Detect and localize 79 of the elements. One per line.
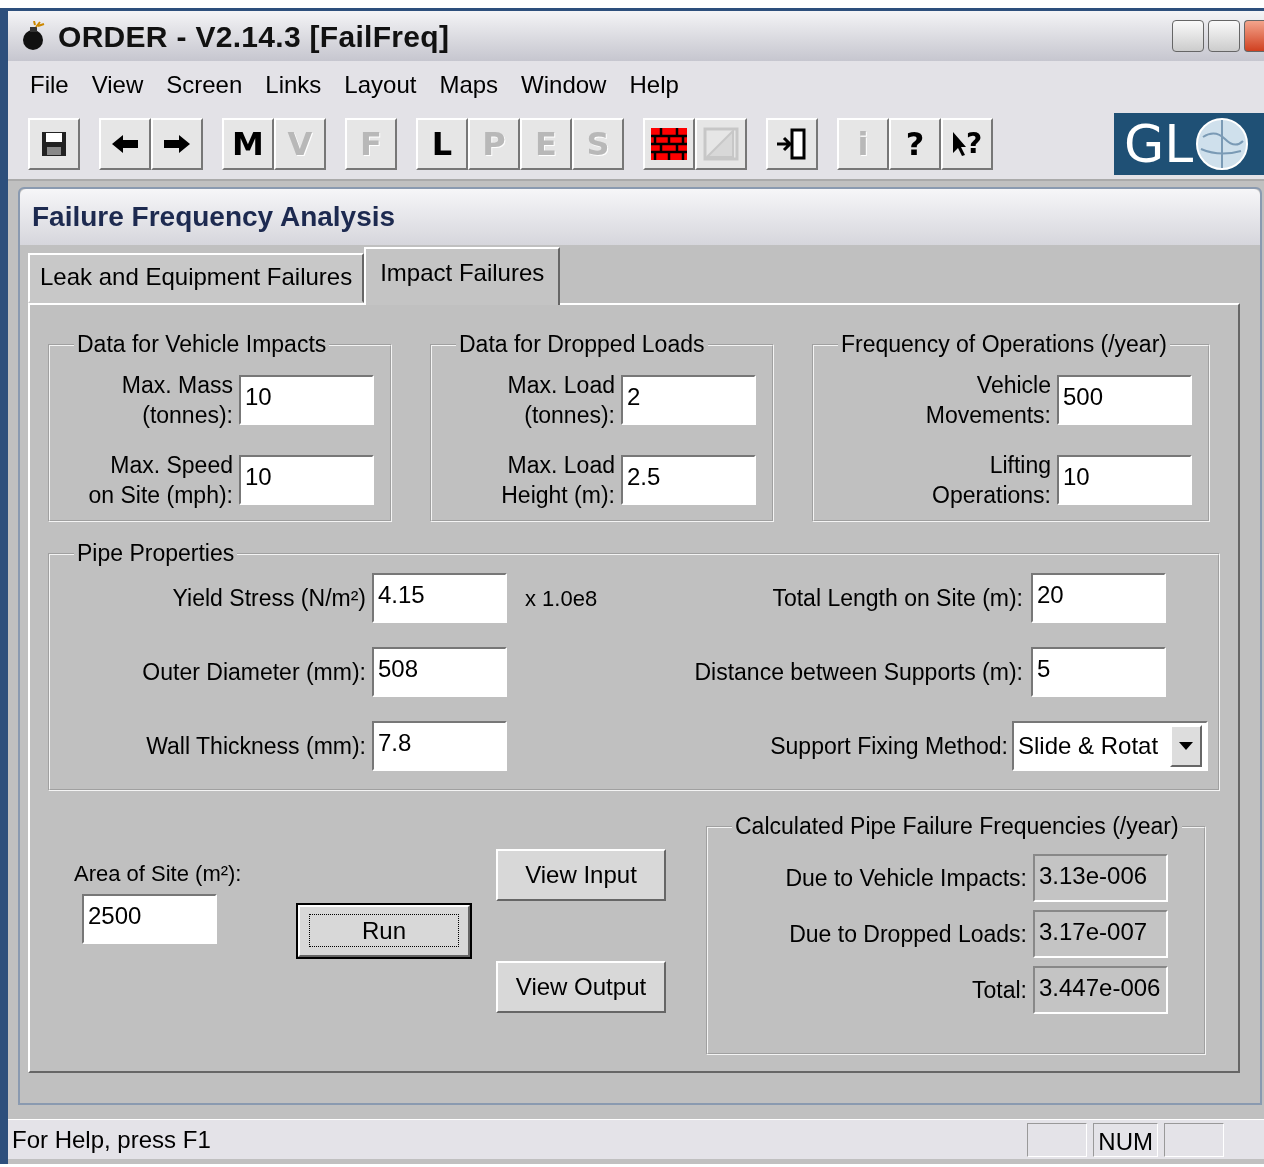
window-title: ORDER - V2.14.3 [FailFreq]	[58, 18, 450, 55]
toolbar-button[interactable]	[766, 118, 818, 170]
input-field[interactable]: 10	[239, 375, 374, 425]
status-panel	[1027, 1122, 1088, 1157]
panel-title: Failure Frequency Analysis	[32, 200, 396, 234]
field-label: Due to Dropped Loads:	[789, 920, 1027, 949]
maximize-button[interactable]	[1208, 20, 1240, 52]
field-label: Outer Diameter (mm):	[141, 658, 366, 687]
toolbar-button[interactable]: ?	[941, 118, 993, 170]
picture-frame-icon	[703, 127, 739, 161]
field-label: Total:	[972, 976, 1027, 1005]
globe-icon	[1195, 117, 1250, 171]
field-label: Total Length on Site (m):	[772, 584, 1023, 613]
view-input-button[interactable]: View Input	[496, 849, 666, 901]
tab[interactable]: Leak and Equipment Failures	[28, 253, 365, 303]
tab[interactable]: Impact Failures	[364, 247, 561, 305]
save-icon	[40, 130, 68, 158]
input-field[interactable]: 508	[372, 647, 507, 697]
pointer-icon	[951, 131, 966, 157]
toolbar-button[interactable]: L	[416, 118, 468, 170]
menu-item[interactable]: Layout	[334, 67, 430, 103]
minimize-button[interactable]	[1172, 20, 1204, 52]
field-label: Support Fixing Method:	[770, 732, 1008, 761]
field-label: Yield Stress (N/m²)	[171, 584, 366, 613]
brick-wall-icon	[651, 128, 687, 160]
menu-item[interactable]: Links	[255, 67, 335, 103]
menu-item[interactable]: Screen	[156, 67, 256, 103]
field-label: Wall Thickness (mm):	[145, 732, 366, 761]
view-output-button[interactable]: View Output	[496, 961, 666, 1013]
toolbar-button[interactable]	[99, 118, 151, 170]
output-field: 3.13e-006	[1033, 854, 1168, 902]
group-title: Frequency of Operations (/year)	[840, 333, 1168, 356]
input-field[interactable]: 500	[1057, 375, 1192, 425]
menu-item[interactable]: Window	[511, 67, 620, 103]
menu-item[interactable]: Maps	[429, 67, 512, 103]
right-arrow-icon	[162, 133, 192, 155]
field-label: Max. Load (tonnes):	[507, 371, 615, 430]
output-field: 3.17e-007	[1033, 910, 1168, 958]
group-title: Pipe Properties	[76, 542, 236, 565]
status-text: For Help, press F1	[11, 1124, 212, 1155]
input-field[interactable]: 20	[1031, 573, 1166, 623]
left-arrow-icon	[110, 133, 140, 155]
caret-icon	[1179, 742, 1193, 750]
close-button[interactable]	[1244, 20, 1264, 52]
field-label: Vehicle Movements:	[925, 371, 1051, 430]
run-button[interactable]: Run	[298, 905, 470, 957]
output-field: 3.447e-006	[1033, 966, 1168, 1014]
toolbar-button[interactable]	[643, 118, 695, 170]
dropdown-field[interactable]: Slide & Rotat	[1012, 721, 1208, 771]
input-field[interactable]: 2	[621, 375, 756, 425]
input-field[interactable]: 4.15	[372, 573, 507, 623]
field-label: Max. Mass (tonnes):	[121, 371, 233, 430]
group-title: Data for Dropped Loads	[458, 333, 706, 356]
field-label: Due to Vehicle Impacts:	[785, 864, 1027, 893]
input-field[interactable]: 7.8	[372, 721, 507, 771]
menu-item[interactable]: Help	[619, 67, 692, 103]
input-field[interactable]: 10	[1057, 455, 1192, 505]
unit-label: x 1.0e8	[525, 584, 598, 613]
group-title: Data for Vehicle Impacts	[76, 333, 328, 356]
toolbar-button[interactable]: M	[222, 118, 274, 170]
field-label: Max. Speed on Site (mph):	[88, 451, 233, 510]
input-field[interactable]: 10	[239, 455, 374, 505]
field-label: Distance between Supports (m):	[694, 658, 1023, 687]
menu-item[interactable]: File	[20, 67, 82, 103]
status-panel: NUM	[1093, 1122, 1158, 1157]
toolbar-button[interactable]	[28, 118, 80, 170]
input-field[interactable]: 2.5	[621, 455, 756, 505]
input-field[interactable]: 2500	[82, 894, 217, 944]
field-label: Area of Site (m²):	[74, 860, 243, 888]
door-exit-icon	[775, 127, 809, 161]
group-title: Calculated Pipe Failure Frequencies (/year)	[734, 815, 1180, 838]
field-label: Max. Load Height (m):	[501, 451, 615, 510]
input-field[interactable]: 5	[1031, 647, 1166, 697]
field-label: Lifting Operations:	[932, 451, 1051, 510]
toolbar-button[interactable]	[151, 118, 203, 170]
menu-item[interactable]: View	[81, 67, 157, 103]
status-panel	[1164, 1122, 1224, 1157]
logo-text: GL	[1124, 113, 1194, 175]
toolbar-button[interactable]: ?	[889, 118, 941, 170]
